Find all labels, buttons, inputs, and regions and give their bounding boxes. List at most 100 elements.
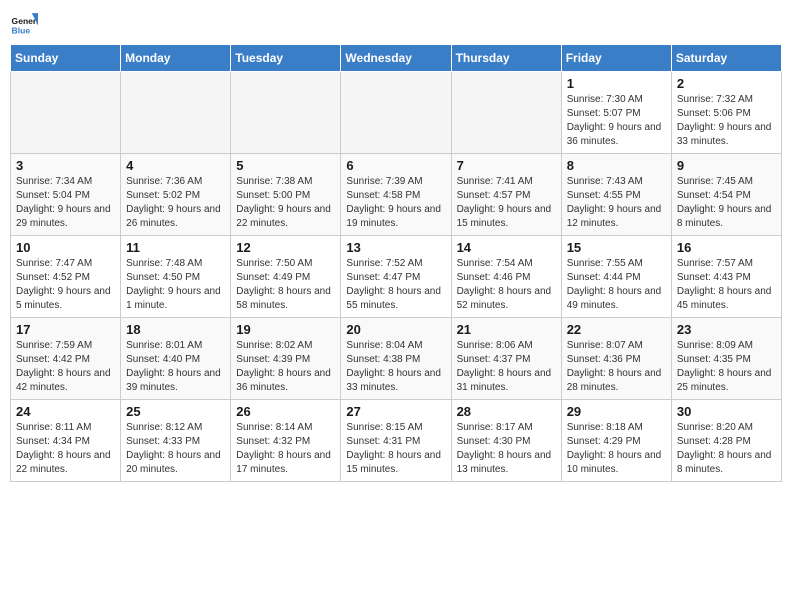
day-number: 29 [567, 404, 666, 419]
day-info: Sunrise: 7:59 AM Sunset: 4:42 PM Dayligh… [16, 339, 115, 395]
day-info: Sunrise: 7:55 AM Sunset: 4:44 PM Dayligh… [567, 257, 666, 313]
calendar-cell: 29 Sunrise: 8:18 AM Sunset: 4:29 PM Dayli… [561, 400, 671, 482]
day-header-wednesday: Wednesday [341, 45, 451, 72]
calendar-cell: 17Sunrise: 7:59 AM Sunset: 4:42 PM Dayli… [11, 318, 121, 400]
day-info: Sunrise: 8:02 AM Sunset: 4:39 PM Dayligh… [236, 339, 335, 395]
day-info: Sunrise: 7:45 AM Sunset: 4:54 PM Dayligh… [677, 175, 776, 231]
calendar-cell: 9 Sunrise: 7:45 AM Sunset: 4:54 PM Daylig… [671, 154, 781, 236]
calendar-cell: 7Sunrise: 7:41 AM Sunset: 4:57 PM Daylig… [451, 154, 561, 236]
day-info: Sunrise: 7:47 AM Sunset: 4:52 PM Dayligh… [16, 257, 115, 313]
day-info: Sunrise: 8:07 AM Sunset: 4:36 PM Dayligh… [567, 339, 666, 395]
calendar-cell: 22 Sunrise: 8:07 AM Sunset: 4:36 PM Dayli… [561, 318, 671, 400]
calendar-cell: 16 Sunrise: 7:57 AM Sunset: 4:43 PM Dayli… [671, 236, 781, 318]
day-info: Sunrise: 7:48 AM Sunset: 4:50 PM Dayligh… [126, 257, 225, 313]
day-header-thursday: Thursday [451, 45, 561, 72]
day-info: Sunrise: 7:34 AM Sunset: 5:04 PM Dayligh… [16, 175, 115, 231]
calendar-cell: 24 Sunrise: 8:11 AM Sunset: 4:34 PM Dayli… [11, 400, 121, 482]
day-number: 3 [16, 158, 115, 173]
calendar-cell: 12 Sunrise: 7:50 AM Sunset: 4:49 PM Dayli… [231, 236, 341, 318]
day-number: 4 [126, 158, 225, 173]
calendar-header-row: SundayMondayTuesdayWednesdayThursdayFrid… [11, 45, 782, 72]
calendar-cell: 2Sunrise: 7:32 AM Sunset: 5:06 PM Daylig… [671, 72, 781, 154]
day-info: Sunrise: 7:52 AM Sunset: 4:47 PM Dayligh… [346, 257, 445, 313]
day-info: Sunrise: 7:50 AM Sunset: 4:49 PM Dayligh… [236, 257, 335, 313]
calendar-cell: 8Sunrise: 7:43 AM Sunset: 4:55 PM Daylig… [561, 154, 671, 236]
day-header-monday: Monday [121, 45, 231, 72]
day-header-friday: Friday [561, 45, 671, 72]
day-info: Sunrise: 8:06 AM Sunset: 4:37 PM Dayligh… [457, 339, 556, 395]
day-number: 6 [346, 158, 445, 173]
day-number: 28 [457, 404, 556, 419]
day-info: Sunrise: 8:09 AM Sunset: 4:35 PM Dayligh… [677, 339, 776, 395]
day-number: 16 [677, 240, 776, 255]
calendar-cell: 3 Sunrise: 7:34 AM Sunset: 5:04 PM Daylig… [11, 154, 121, 236]
day-info: Sunrise: 8:20 AM Sunset: 4:28 PM Dayligh… [677, 421, 776, 477]
calendar-cell [231, 72, 341, 154]
day-number: 12 [236, 240, 335, 255]
day-info: Sunrise: 7:54 AM Sunset: 4:46 PM Dayligh… [457, 257, 556, 313]
day-info: Sunrise: 7:41 AM Sunset: 4:57 PM Dayligh… [457, 175, 556, 231]
day-number: 22 [567, 322, 666, 337]
day-number: 9 [677, 158, 776, 173]
calendar-cell: 4 Sunrise: 7:36 AM Sunset: 5:02 PM Daylig… [121, 154, 231, 236]
day-info: Sunrise: 8:04 AM Sunset: 4:38 PM Dayligh… [346, 339, 445, 395]
calendar-cell [11, 72, 121, 154]
calendar-cell: 21Sunrise: 8:06 AM Sunset: 4:37 PM Dayli… [451, 318, 561, 400]
day-info: Sunrise: 7:38 AM Sunset: 5:00 PM Dayligh… [236, 175, 335, 231]
day-number: 13 [346, 240, 445, 255]
day-info: Sunrise: 7:39 AM Sunset: 4:58 PM Dayligh… [346, 175, 445, 231]
calendar-week-4: 17Sunrise: 7:59 AM Sunset: 4:42 PM Dayli… [11, 318, 782, 400]
calendar-table: SundayMondayTuesdayWednesdayThursdayFrid… [10, 44, 782, 482]
logo: General Blue [10, 10, 38, 38]
calendar-cell: 1 Sunrise: 7:30 AM Sunset: 5:07 PM Daylig… [561, 72, 671, 154]
calendar-cell: 13 Sunrise: 7:52 AM Sunset: 4:47 PM Dayli… [341, 236, 451, 318]
calendar-week-3: 10 Sunrise: 7:47 AM Sunset: 4:52 PM Dayli… [11, 236, 782, 318]
day-number: 18 [126, 322, 225, 337]
day-info: Sunrise: 8:12 AM Sunset: 4:33 PM Dayligh… [126, 421, 225, 477]
calendar-cell: 19 Sunrise: 8:02 AM Sunset: 4:39 PM Dayli… [231, 318, 341, 400]
calendar-cell: 15 Sunrise: 7:55 AM Sunset: 4:44 PM Dayli… [561, 236, 671, 318]
day-info: Sunrise: 8:14 AM Sunset: 4:32 PM Dayligh… [236, 421, 335, 477]
calendar-body: 1 Sunrise: 7:30 AM Sunset: 5:07 PM Daylig… [11, 72, 782, 482]
calendar-cell: 10 Sunrise: 7:47 AM Sunset: 4:52 PM Dayli… [11, 236, 121, 318]
day-number: 1 [567, 76, 666, 91]
day-number: 24 [16, 404, 115, 419]
calendar-cell [341, 72, 451, 154]
day-info: Sunrise: 7:30 AM Sunset: 5:07 PM Dayligh… [567, 93, 666, 149]
day-info: Sunrise: 7:43 AM Sunset: 4:55 PM Dayligh… [567, 175, 666, 231]
day-number: 25 [126, 404, 225, 419]
calendar-cell: 23 Sunrise: 8:09 AM Sunset: 4:35 PM Dayli… [671, 318, 781, 400]
day-info: Sunrise: 8:18 AM Sunset: 4:29 PM Dayligh… [567, 421, 666, 477]
calendar-week-1: 1 Sunrise: 7:30 AM Sunset: 5:07 PM Daylig… [11, 72, 782, 154]
calendar-cell [121, 72, 231, 154]
day-info: Sunrise: 7:36 AM Sunset: 5:02 PM Dayligh… [126, 175, 225, 231]
day-number: 2 [677, 76, 776, 91]
calendar-week-2: 3 Sunrise: 7:34 AM Sunset: 5:04 PM Daylig… [11, 154, 782, 236]
day-number: 11 [126, 240, 225, 255]
calendar-cell: 28 Sunrise: 8:17 AM Sunset: 4:30 PM Dayli… [451, 400, 561, 482]
logo-icon: General Blue [10, 10, 38, 38]
day-info: Sunrise: 8:15 AM Sunset: 4:31 PM Dayligh… [346, 421, 445, 477]
day-header-saturday: Saturday [671, 45, 781, 72]
day-number: 19 [236, 322, 335, 337]
day-info: Sunrise: 7:57 AM Sunset: 4:43 PM Dayligh… [677, 257, 776, 313]
day-info: Sunrise: 8:11 AM Sunset: 4:34 PM Dayligh… [16, 421, 115, 477]
svg-text:Blue: Blue [12, 25, 31, 35]
day-header-tuesday: Tuesday [231, 45, 341, 72]
calendar-cell: 11 Sunrise: 7:48 AM Sunset: 4:50 PM Dayli… [121, 236, 231, 318]
day-header-sunday: Sunday [11, 45, 121, 72]
day-number: 5 [236, 158, 335, 173]
day-number: 15 [567, 240, 666, 255]
day-number: 20 [346, 322, 445, 337]
calendar-cell: 26 Sunrise: 8:14 AM Sunset: 4:32 PM Dayli… [231, 400, 341, 482]
day-number: 23 [677, 322, 776, 337]
calendar-cell: 27Sunrise: 8:15 AM Sunset: 4:31 PM Dayli… [341, 400, 451, 482]
header: General Blue [10, 10, 782, 38]
calendar-cell: 30Sunrise: 8:20 AM Sunset: 4:28 PM Dayli… [671, 400, 781, 482]
day-info: Sunrise: 8:17 AM Sunset: 4:30 PM Dayligh… [457, 421, 556, 477]
day-number: 10 [16, 240, 115, 255]
calendar-cell: 6 Sunrise: 7:39 AM Sunset: 4:58 PM Daylig… [341, 154, 451, 236]
day-number: 14 [457, 240, 556, 255]
calendar-cell: 18Sunrise: 8:01 AM Sunset: 4:40 PM Dayli… [121, 318, 231, 400]
day-number: 26 [236, 404, 335, 419]
